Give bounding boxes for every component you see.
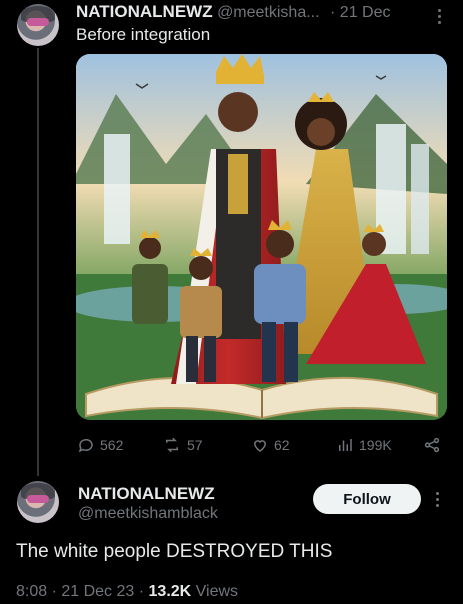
like-count: 62: [274, 437, 290, 453]
more-options-icon[interactable]: [438, 6, 441, 27]
views-label: Views: [191, 583, 239, 600]
views-total: 13.2K: [148, 583, 192, 600]
author-handle[interactable]: @meetkisha...: [217, 4, 320, 21]
post-meta: 8:08 · 21 Dec 23 · 13.2K Views: [16, 583, 238, 601]
tweet2-text: The white people DESTROYED THIS: [16, 541, 333, 562]
author-handle[interactable]: @meetkishamblack: [78, 505, 218, 523]
thread-connector-line: [37, 48, 39, 476]
post-date[interactable]: · 21 Dec: [330, 4, 390, 21]
share-icon: [424, 437, 440, 453]
avatar-glasses: [27, 495, 49, 503]
views-icon: [339, 439, 352, 451]
tweet1-header: NATIONALNEWZ @meetkisha... · 21 Dec: [76, 2, 390, 22]
share-button[interactable]: [423, 436, 441, 454]
reply-count: 562: [100, 437, 124, 453]
views-button[interactable]: 199K: [336, 436, 392, 454]
follow-button[interactable]: Follow: [313, 484, 421, 514]
avatar[interactable]: [17, 4, 59, 46]
more-options-icon[interactable]: [436, 489, 439, 510]
author-name[interactable]: NATIONALNEWZ: [78, 484, 215, 504]
author-name[interactable]: NATIONALNEWZ: [76, 2, 213, 21]
post-timestamp[interactable]: 8:08 · 21 Dec 23 ·: [16, 583, 149, 600]
reply-button[interactable]: 562: [77, 436, 123, 454]
tweet1-text: Before integration: [76, 25, 211, 44]
post-image[interactable]: [76, 54, 447, 420]
avatar-glasses: [27, 18, 49, 26]
post-image-illustration: [76, 54, 447, 420]
retweet-count: 57: [187, 437, 203, 453]
heart-icon: [253, 440, 267, 452]
like-button[interactable]: 62: [251, 436, 290, 454]
views-count: 199K: [359, 437, 392, 453]
retweet-icon: [166, 437, 178, 453]
retweet-button[interactable]: 57: [162, 436, 203, 454]
reply-icon: [78, 438, 93, 453]
avatar[interactable]: [17, 481, 59, 523]
